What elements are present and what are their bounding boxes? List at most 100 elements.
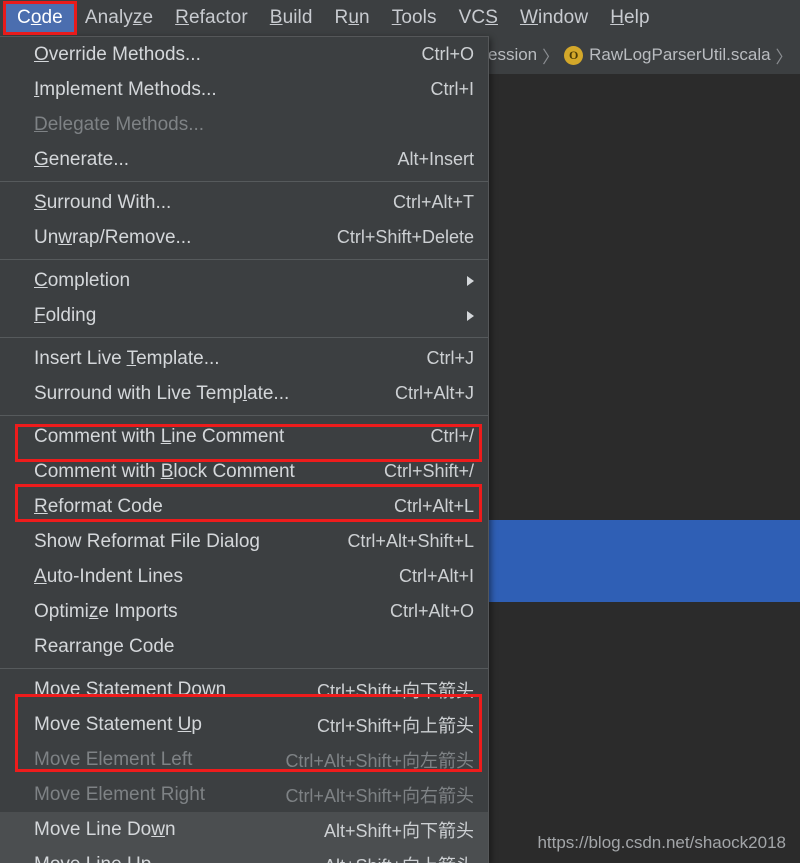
menu-item-label: Move Statement Up <box>34 713 202 735</box>
menubar-item-help[interactable]: Help <box>599 4 660 32</box>
menubar-item-label: Build <box>269 7 313 28</box>
menu-item-shortcut: Ctrl+/ <box>430 426 474 446</box>
menu-item-label: Completion <box>34 269 131 291</box>
code-dropdown-menu[interactable]: Override Methods... Ctrl+O Implement Metho… <box>0 36 489 863</box>
menu-item-shortcut: Ctrl+Alt+I <box>398 566 474 586</box>
chevron-right-icon <box>467 275 474 286</box>
menu-item-surround-with-live-template[interactable]: Surround with Live Template... Ctrl+Alt+J <box>0 376 488 411</box>
menu-item-surround-with[interactable]: Surround With... Ctrl+Alt+T <box>0 185 488 220</box>
menubar-item-label: VCS <box>458 7 498 28</box>
menu-item-label: Insert Live Template... <box>34 347 220 369</box>
menu-item-insert-live-template[interactable]: Insert Live Template... Ctrl+J <box>0 341 488 376</box>
menu-item-label: Surround with Live Template... <box>34 382 290 404</box>
menubar-item-label: Refactor <box>175 7 248 28</box>
menu-item-label: Reformat Code <box>34 495 163 517</box>
menubar-item-refactor[interactable]: Refactor <box>164 4 259 32</box>
menu-item-shortcut: Ctrl+J <box>426 348 474 368</box>
menu-item-label: Unwrap/Remove... <box>34 226 192 248</box>
menu-item-label: Move Statement Down <box>34 678 227 700</box>
menu-item-show-reformat-file-dialog[interactable]: Show Reformat File Dialog Ctrl+Alt+Shift+… <box>0 524 488 559</box>
menu-item-move-line-down[interactable]: Move Line Down Alt+Shift+向下箭头 <box>0 812 488 847</box>
chevron-right-icon <box>467 310 474 321</box>
menubar-item-window[interactable]: Window <box>509 4 599 32</box>
menu-item-label: Generate... <box>34 148 130 170</box>
menu-item-label: Show Reformat File Dialog <box>34 530 260 552</box>
menu-item-shortcut: Ctrl+I <box>430 79 474 99</box>
menubar-item-vcs[interactable]: VCS <box>448 4 509 32</box>
menu-item-rearrange-code[interactable]: Rearrange Code <box>0 629 488 664</box>
menu-item-shortcut: Ctrl+Alt+L <box>393 496 474 516</box>
menu-item-shortcut: Ctrl+Alt+Shift+L <box>347 531 474 551</box>
menubar-item-label: Analyze <box>84 7 154 28</box>
menu-item-comment-with-line-comment[interactable]: Comment with Line Comment Ctrl+/ <box>0 419 488 454</box>
menu-item-label: Surround With... <box>34 191 172 213</box>
menu-item-label: Optimize Imports <box>34 600 178 622</box>
menubar-item-label: Code <box>17 7 63 28</box>
menu-item-optimize-imports[interactable]: Optimize Imports Ctrl+Alt+O <box>0 594 488 629</box>
menu-item-unwrap-remove[interactable]: Unwrap/Remove... Ctrl+Shift+Delete <box>0 220 488 255</box>
menu-item-label: Auto-Indent Lines <box>34 565 183 587</box>
menu-item-move-element-right: Move Element Right Ctrl+Alt+Shift+向右箭头 <box>0 777 488 812</box>
menu-separator <box>0 259 488 260</box>
breadcrumb-crumb-truncated[interactable]: ession <box>488 45 537 65</box>
scala-object-icon: O <box>564 45 584 65</box>
menu-item-implement-methods[interactable]: Implement Methods... Ctrl+I <box>0 72 488 107</box>
menu-item-label: Implement Methods... <box>34 78 217 100</box>
menu-item-shortcut: Ctrl+Shift+Delete <box>336 227 474 247</box>
menu-item-label: Folding <box>34 304 97 326</box>
menu-separator <box>0 415 488 416</box>
menu-separator <box>0 668 488 669</box>
menubar-item-run[interactable]: Run <box>324 4 381 32</box>
menubar-item-label: Run <box>334 7 370 28</box>
menu-item-label: Override Methods... <box>34 43 201 65</box>
menu-item-shortcut: Alt+Insert <box>397 149 474 169</box>
menu-item-label: Delegate Methods... <box>34 113 205 135</box>
menu-item-auto-indent-lines[interactable]: Auto-Indent Lines Ctrl+Alt+I <box>0 559 488 594</box>
menu-item-shortcut: Ctrl+Alt+J <box>394 383 474 403</box>
menu-item-override-methods[interactable]: Override Methods... Ctrl+O <box>0 37 488 72</box>
menu-item-shortcut: Ctrl+Shift+/ <box>383 461 474 481</box>
menu-item-label: Rearrange Code <box>34 635 175 657</box>
menu-item-delegate-methods: Delegate Methods... <box>0 107 488 142</box>
menu-item-label: Move Line Down <box>34 818 176 840</box>
menu-item-shortcut: Ctrl+Alt+Shift+向右箭头 <box>285 785 474 806</box>
menu-item-completion[interactable]: Completion <box>0 263 488 298</box>
breadcrumb-separator-icon: 〉 <box>775 47 793 67</box>
menu-bar[interactable]: Code Analyze Refactor Build Run Tools VCS Windo… <box>0 0 800 36</box>
menu-separator <box>0 181 488 182</box>
menu-item-label: Move Element Left <box>34 748 193 770</box>
breadcrumb-file-label: RawLogParserUtil.scala <box>589 45 771 64</box>
menu-item-shortcut: Ctrl+Alt+T <box>392 192 474 212</box>
menu-separator <box>0 337 488 338</box>
menu-item-move-statement-up[interactable]: Move Statement Up Ctrl+Shift+向上箭头 <box>0 707 488 742</box>
menu-item-label: Move Line Up <box>34 854 300 863</box>
menu-item-label: Move Element Right <box>34 783 206 805</box>
breadcrumb-package-label: ession <box>488 45 538 64</box>
menubar-item-build[interactable]: Build <box>259 4 324 32</box>
menubar-item-analyze[interactable]: Analyze <box>74 4 164 32</box>
menu-item-move-statement-down[interactable]: Move Statement Down Ctrl+Shift+向下箭头 <box>0 672 488 707</box>
breadcrumb-separator-icon: 〉 <box>542 47 560 67</box>
menu-item-move-line-up[interactable]: Move Line Up Alt+Shift+向上箭头 <box>0 847 488 863</box>
menu-item-reformat-code[interactable]: Reformat Code Ctrl+Alt+L <box>0 489 488 524</box>
menu-item-shortcut: Alt+Shift+向上箭头 <box>324 852 474 863</box>
menu-item-shortcut: Alt+Shift+向下箭头 <box>323 820 474 841</box>
watermark-url: https://blog.csdn.net/shaock2018 <box>537 833 786 852</box>
menu-item-shortcut: Ctrl+Shift+向下箭头 <box>316 680 474 701</box>
breadcrumb-crumb-file[interactable]: O RawLogParserUtil.scala <box>564 45 771 65</box>
menubar-item-label: Tools <box>391 7 437 28</box>
menu-item-folding[interactable]: Folding <box>0 298 488 333</box>
menubar-item-label: Window <box>519 7 589 28</box>
menu-item-label: Comment with Block Comment <box>34 460 295 482</box>
menubar-item-code[interactable]: Code <box>3 1 77 35</box>
menu-item-move-element-left: Move Element Left Ctrl+Alt+Shift+向左箭头 <box>0 742 488 777</box>
menu-item-shortcut: Ctrl+Alt+Shift+向左箭头 <box>285 750 474 771</box>
menu-item-shortcut: Ctrl+Shift+向上箭头 <box>316 715 474 736</box>
menubar-item-tools[interactable]: Tools <box>381 4 448 32</box>
menu-item-shortcut: Ctrl+O <box>421 44 474 64</box>
menu-item-generate[interactable]: Generate... Alt+Insert <box>0 142 488 177</box>
menubar-item-label: Help <box>610 7 650 28</box>
menu-item-label: Comment with Line Comment <box>34 425 285 447</box>
menu-item-comment-with-block-comment[interactable]: Comment with Block Comment Ctrl+Shift+/ <box>0 454 488 489</box>
menu-item-shortcut: Ctrl+Alt+O <box>389 601 474 621</box>
